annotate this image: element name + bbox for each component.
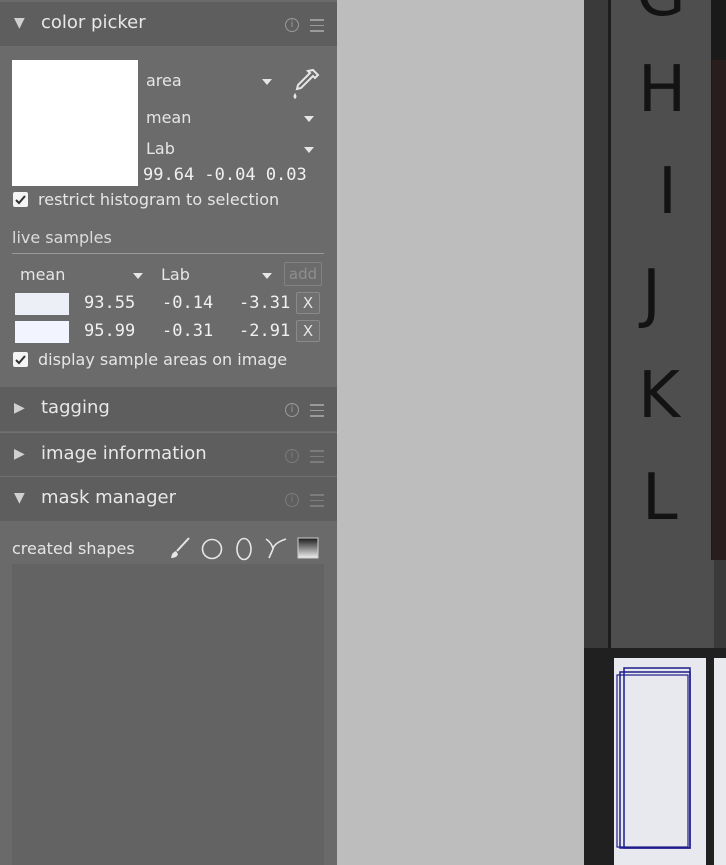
- created-shapes-label: created shapes: [12, 539, 135, 558]
- eyedropper-icon[interactable]: [289, 67, 321, 103]
- tagging-header[interactable]: ▶ tagging i: [0, 387, 337, 431]
- info-icon[interactable]: i: [285, 493, 299, 507]
- color-picker-title: color picker: [41, 12, 146, 33]
- samples-colorspace-label: Lab: [161, 265, 190, 284]
- chart-letter: L: [642, 461, 678, 535]
- samples-statistic-label: mean: [20, 265, 66, 284]
- sample-b-value: -3.31: [239, 293, 291, 313]
- shapes-list[interactable]: [12, 564, 324, 865]
- statistic-combo-label: mean: [146, 108, 192, 127]
- chart-letter: K: [638, 359, 680, 433]
- info-icon[interactable]: i: [285, 403, 299, 417]
- chevron-down-icon: [304, 116, 314, 122]
- remove-sample-button[interactable]: X: [296, 292, 320, 314]
- image-information-title: image information: [41, 443, 207, 464]
- sample-b-value: -2.91: [239, 321, 291, 341]
- display-sample-areas-checkbox[interactable]: [13, 352, 28, 367]
- gradient-shape-icon[interactable]: [296, 536, 320, 560]
- tagging-title: tagging: [41, 397, 110, 418]
- path-shape-icon[interactable]: [263, 535, 289, 561]
- collapse-arrow-icon: ▼: [14, 15, 25, 31]
- image-information-header[interactable]: ▶ image information i: [0, 432, 337, 477]
- live-samples-heading: live samples: [12, 228, 112, 247]
- sample-swatch[interactable]: [15, 293, 69, 315]
- colorspace-combo-label: Lab: [146, 139, 175, 158]
- chart-letter: I: [658, 155, 677, 229]
- restrict-histogram-checkbox[interactable]: [13, 192, 28, 207]
- collapse-arrow-icon: ▼: [14, 490, 25, 506]
- samples-colorspace-combo[interactable]: Lab: [161, 265, 276, 289]
- color-picker-header[interactable]: ▼ color picker i: [0, 2, 337, 46]
- samples-statistic-combo[interactable]: mean: [20, 265, 148, 289]
- divider: [12, 253, 324, 254]
- presets-menu-icon[interactable]: [310, 19, 324, 32]
- chevron-down-icon: [262, 273, 272, 279]
- sample-l-value: 95.99: [84, 321, 136, 341]
- picked-values: 99.64 -0.04 0.03: [143, 165, 307, 185]
- sample-l-value: 93.55: [84, 293, 136, 313]
- chart-letter: H: [638, 53, 687, 127]
- area-combo-label: area: [146, 71, 182, 90]
- sample-swatch[interactable]: [15, 321, 69, 343]
- info-icon[interactable]: i: [285, 18, 299, 32]
- center-background: [337, 0, 584, 865]
- image-canvas[interactable]: G H I J K L: [584, 0, 726, 865]
- statistic-combo[interactable]: mean: [146, 108, 318, 132]
- remove-sample-button[interactable]: X: [296, 320, 320, 342]
- add-sample-button[interactable]: add: [284, 262, 322, 286]
- chart-letter: J: [642, 257, 661, 331]
- area-combo[interactable]: area: [146, 71, 276, 95]
- presets-menu-icon[interactable]: [310, 450, 324, 463]
- sample-a-value: -0.31: [162, 321, 214, 341]
- presets-menu-icon[interactable]: [310, 494, 324, 507]
- presets-menu-icon[interactable]: [310, 404, 324, 417]
- chart-letter-g: G: [636, 0, 686, 26]
- picked-color-swatch: [12, 60, 138, 186]
- brush-icon[interactable]: [168, 536, 192, 560]
- restrict-histogram-label: restrict histogram to selection: [38, 190, 280, 209]
- sample-a-value: -0.14: [162, 293, 214, 313]
- mask-manager-header[interactable]: ▼ mask manager i: [0, 476, 337, 521]
- chevron-down-icon: [304, 147, 314, 153]
- info-icon[interactable]: i: [285, 449, 299, 463]
- left-panel: ▼ color picker i area mean Lab 99.64 -0.…: [0, 0, 337, 865]
- chevron-down-icon: [133, 273, 143, 279]
- ellipse-shape-icon[interactable]: [232, 536, 256, 562]
- display-sample-areas-label: display sample areas on image: [38, 350, 288, 369]
- checkmark-icon: [15, 195, 26, 205]
- expand-arrow-icon: ▶: [14, 400, 25, 416]
- expand-arrow-icon: ▶: [14, 446, 25, 462]
- circle-shape-icon[interactable]: [200, 537, 224, 561]
- checkmark-icon: [15, 355, 26, 365]
- chevron-down-icon: [262, 79, 272, 85]
- mask-manager-title: mask manager: [41, 487, 176, 508]
- colorspace-combo[interactable]: Lab: [146, 139, 318, 163]
